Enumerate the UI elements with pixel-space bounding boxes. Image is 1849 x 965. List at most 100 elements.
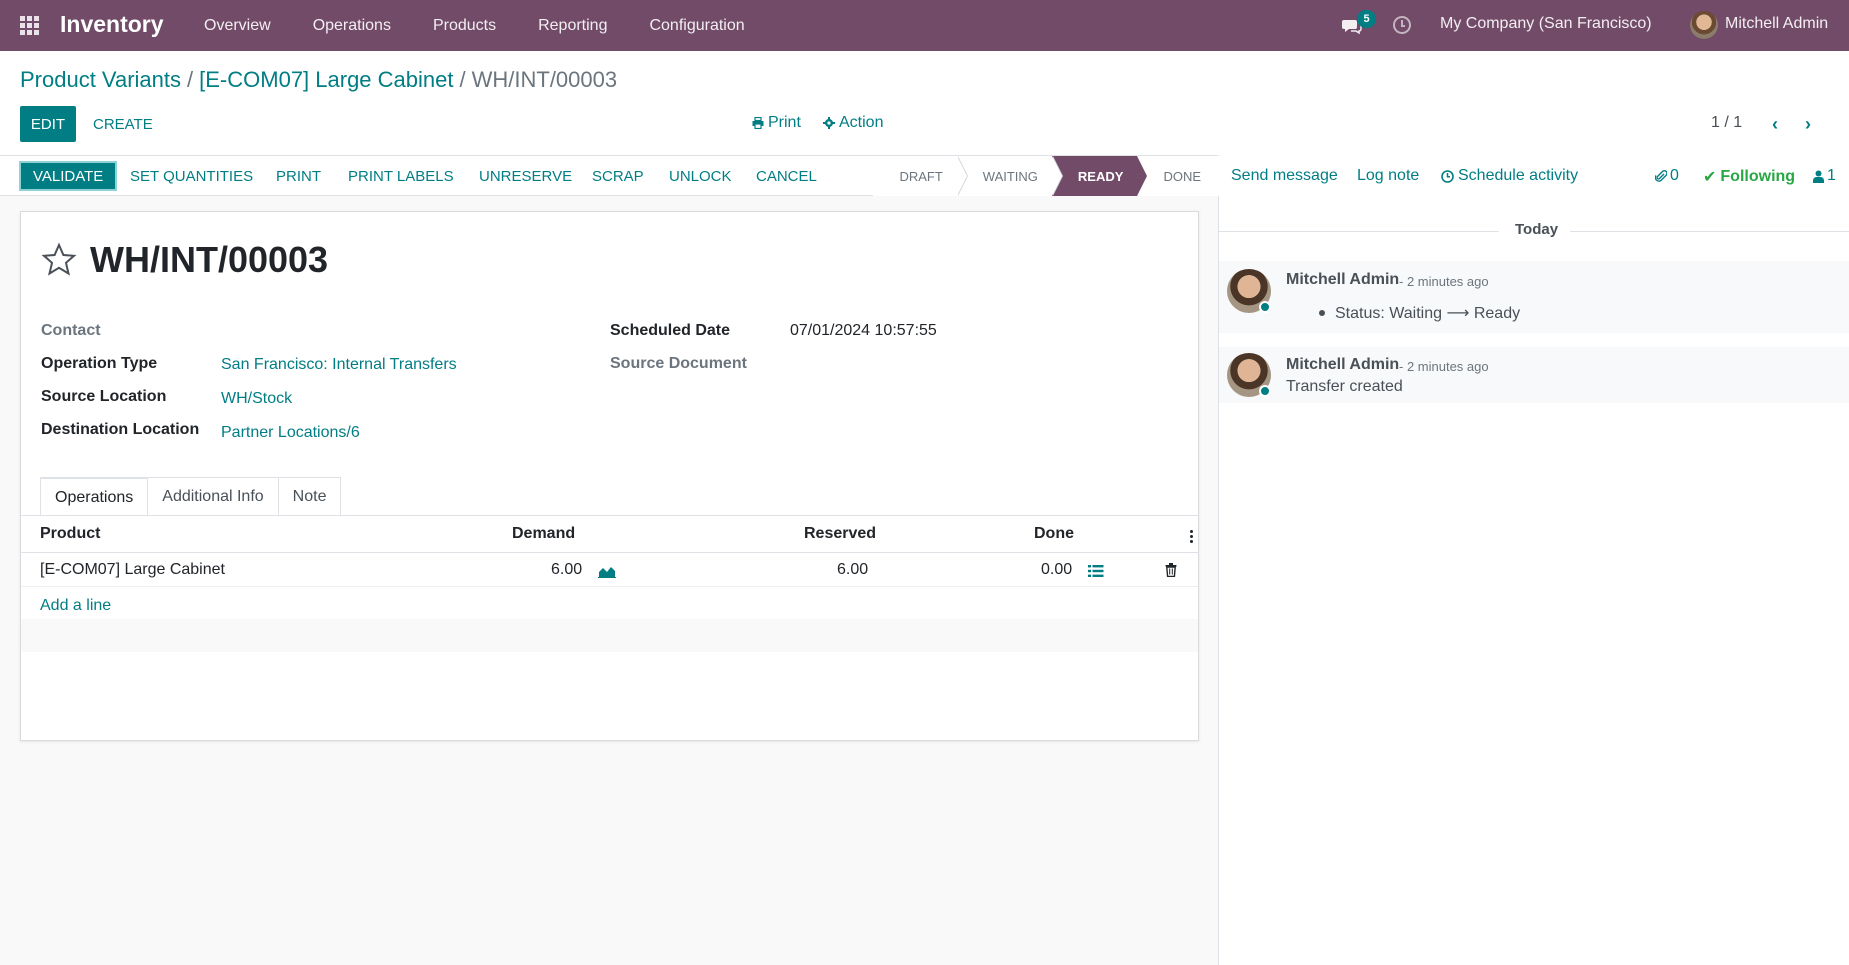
schedule-activity-button[interactable]: Schedule activity: [1441, 167, 1578, 185]
column-demand[interactable]: Demand: [512, 525, 575, 543]
stage-pipeline: DRAFT WAITING READY DONE: [873, 156, 1219, 196]
online-status-icon: [1259, 385, 1271, 397]
print-menu-button[interactable]: Print: [752, 114, 801, 132]
optional-columns-icon[interactable]: [1190, 530, 1193, 544]
tab-note[interactable]: Note: [277, 477, 342, 516]
table-row[interactable]: [E-COM07] Large Cabinet 6.00 6.00 0.00: [21, 553, 1198, 587]
paperclip-icon: [1655, 170, 1667, 182]
empty-row: [21, 619, 1198, 652]
print-labels-button[interactable]: PRINT LABELS: [336, 161, 466, 191]
scrap-button[interactable]: SCRAP: [580, 161, 656, 191]
action-menu-button[interactable]: Action: [823, 114, 883, 132]
app-name[interactable]: Inventory: [60, 11, 164, 38]
attachments-count: 0: [1670, 167, 1679, 184]
tracking-value: Status: Waiting ⟶ Ready: [1335, 305, 1521, 322]
destination-location-field[interactable]: Partner Locations/6: [221, 424, 360, 442]
add-line-link[interactable]: Add a line: [40, 597, 111, 615]
stage-ready-label: READY: [1077, 168, 1124, 184]
chatter-message: Mitchell Admin - 2 minutes ago Status: W…: [1219, 261, 1849, 333]
row-reserved: 6.00: [837, 561, 869, 578]
source-location-field[interactable]: WH/Stock: [221, 390, 292, 408]
row-product: [E-COM07] Large Cabinet: [40, 561, 225, 578]
message-body: Transfer created: [1286, 378, 1403, 395]
form-sheet: WH/INT/00003 Contact Operation Type San …: [20, 211, 1199, 741]
chevron-right-icon[interactable]: ›: [1805, 114, 1811, 135]
apps-grid-icon[interactable]: [20, 16, 40, 35]
message-author[interactable]: Mitchell Admin: [1286, 271, 1399, 289]
stage-draft-label: DRAFT: [899, 168, 943, 184]
action-label: Action: [839, 114, 884, 131]
activity-clock-icon[interactable]: [1393, 16, 1411, 34]
menu-overview[interactable]: Overview: [183, 0, 292, 51]
statusbar: VALIDATE SET QUANTITIES PRINT PRINT LABE…: [0, 155, 1219, 196]
chatter-topbar: Send message Log note Schedule activity …: [1219, 155, 1849, 196]
unreserve-button[interactable]: UNRESERVE: [467, 161, 584, 191]
chevron-left-icon[interactable]: ‹: [1772, 114, 1778, 135]
validate-button[interactable]: VALIDATE: [19, 161, 118, 191]
column-done[interactable]: Done: [1034, 525, 1074, 543]
unlock-button[interactable]: UNLOCK: [657, 161, 744, 191]
stage-done-label: DONE: [1163, 168, 1201, 184]
menu-operations[interactable]: Operations: [292, 0, 412, 51]
stage-waiting[interactable]: WAITING: [956, 156, 1063, 196]
followers-button[interactable]: 1: [1813, 167, 1836, 185]
star-icon[interactable]: [41, 242, 77, 278]
user-menu[interactable]: Mitchell Admin: [1725, 15, 1828, 33]
message-author[interactable]: Mitchell Admin: [1286, 356, 1399, 374]
record-title: WH/INT/00003: [90, 239, 329, 280]
bullet-icon: [1319, 310, 1325, 316]
schedule-activity-label: Schedule activity: [1458, 167, 1579, 184]
forecast-chart-icon[interactable]: [598, 565, 616, 578]
edit-button[interactable]: EDIT: [20, 106, 76, 142]
cancel-button[interactable]: CANCEL: [744, 161, 829, 191]
menu-reporting[interactable]: Reporting: [517, 0, 628, 51]
stage-waiting-label: WAITING: [982, 168, 1038, 184]
following-label: Following: [1720, 168, 1796, 185]
user-icon: [1813, 170, 1824, 183]
detailed-operations-icon[interactable]: [1088, 564, 1104, 578]
user-avatar[interactable]: [1690, 11, 1718, 39]
print-button[interactable]: PRINT: [264, 161, 333, 191]
source-location-label: Source Location: [41, 388, 167, 405]
check-icon: ✔: [1703, 169, 1717, 186]
source-document-label: Source Document: [610, 355, 747, 372]
attachments-button[interactable]: 0: [1655, 167, 1679, 185]
date-separator-label: Today: [1515, 221, 1559, 238]
send-message-button[interactable]: Send message: [1231, 167, 1338, 185]
menu-configuration[interactable]: Configuration: [628, 0, 765, 51]
breadcrumb-product[interactable]: [E-COM07] Large Cabinet: [199, 67, 453, 93]
scheduled-date-field[interactable]: 07/01/2024 10:57:55: [790, 322, 937, 340]
column-product[interactable]: Product: [40, 525, 100, 543]
stage-draft[interactable]: DRAFT: [873, 156, 968, 196]
gear-icon: [823, 117, 835, 129]
log-note-button[interactable]: Log note: [1357, 167, 1419, 185]
tab-operations[interactable]: Operations: [40, 477, 149, 516]
operation-type-field[interactable]: San Francisco: Internal Transfers: [221, 356, 457, 374]
stage-ready[interactable]: READY: [1051, 156, 1148, 196]
row-demand: 6.00: [551, 561, 583, 578]
breadcrumb-current: WH/INT/00003: [471, 67, 618, 92]
tab-additional-info[interactable]: Additional Info: [147, 477, 279, 516]
message-tracking: Status: Waiting ⟶ Ready: [1319, 303, 1520, 323]
top-navbar: Inventory Overview Operations Products R…: [0, 0, 1849, 51]
row-done: 0.00: [1041, 561, 1073, 578]
pager-value[interactable]: 1 / 1: [1711, 114, 1742, 132]
chat-count-badge: 5: [1357, 10, 1376, 28]
company-switcher[interactable]: My Company (San Francisco): [1440, 15, 1652, 33]
clock-icon: [1441, 169, 1454, 183]
breadcrumb-product-variants[interactable]: Product Variants: [20, 67, 181, 93]
message-time: - 2 minutes ago: [1399, 274, 1489, 289]
breadcrumb-separator: /: [187, 67, 194, 92]
set-quantities-button[interactable]: SET QUANTITIES: [118, 161, 265, 191]
scheduled-date-label: Scheduled Date: [610, 322, 731, 339]
column-reserved[interactable]: Reserved: [804, 525, 876, 543]
following-button[interactable]: ✔ Following: [1703, 167, 1795, 187]
chatter-message: Mitchell Admin - 2 minutes ago Transfer …: [1219, 347, 1849, 403]
printer-icon: [752, 117, 764, 129]
menu-products[interactable]: Products: [412, 0, 517, 51]
breadcrumb: Product Variants / [E-COM07] Large Cabin…: [20, 67, 617, 93]
trash-icon[interactable]: [1165, 563, 1177, 577]
create-button[interactable]: CREATE: [93, 106, 153, 142]
stage-done[interactable]: DONE: [1137, 156, 1219, 196]
main-menu: Overview Operations Products Reporting C…: [183, 0, 766, 51]
